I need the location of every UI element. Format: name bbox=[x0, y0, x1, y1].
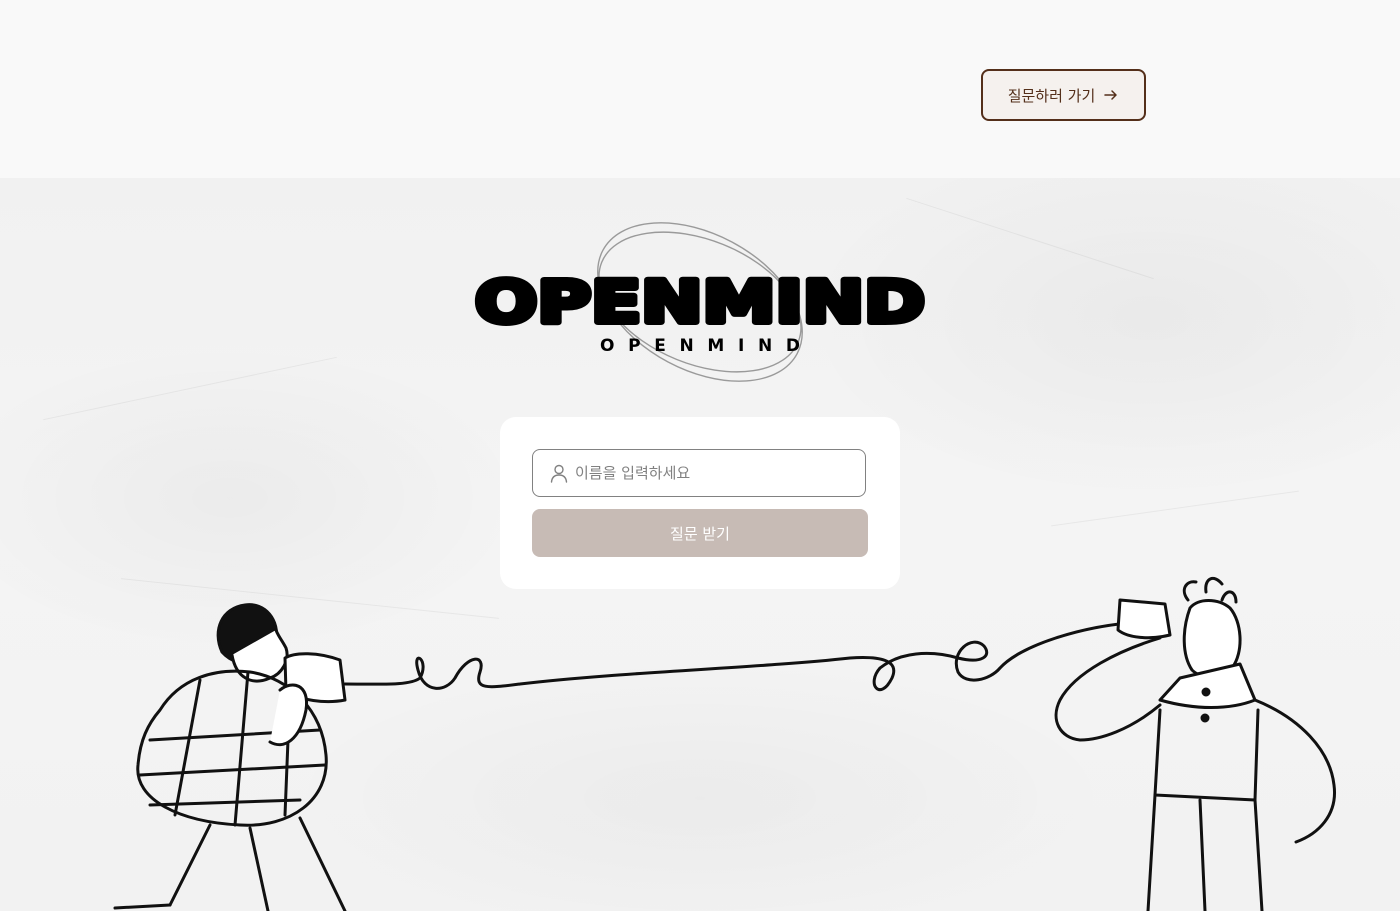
arrow-right-icon bbox=[1104, 90, 1118, 100]
person-icon bbox=[550, 464, 568, 483]
tin-can-phone-illustration bbox=[113, 576, 1336, 911]
get-questions-label: 질문 받기 bbox=[670, 524, 730, 543]
left-person-illustration bbox=[113, 603, 347, 911]
logo-subtitle: OPENMIND bbox=[600, 336, 800, 356]
goto-question-button[interactable]: 질문하러 가기 bbox=[981, 69, 1146, 121]
openmind-logo: OPENMIND OPENMIND bbox=[472, 222, 928, 382]
logo-wordmark: OPENMIND bbox=[475, 268, 925, 336]
page: 질문하러 가기 OPENMIND OPENMIND 질문 받기 bbox=[0, 0, 1400, 911]
name-field[interactable] bbox=[532, 449, 866, 497]
string-wire bbox=[343, 620, 1142, 692]
get-questions-button[interactable]: 질문 받기 bbox=[532, 509, 868, 557]
name-input[interactable] bbox=[573, 463, 857, 483]
goto-question-label: 질문하러 가기 bbox=[1007, 86, 1096, 105]
